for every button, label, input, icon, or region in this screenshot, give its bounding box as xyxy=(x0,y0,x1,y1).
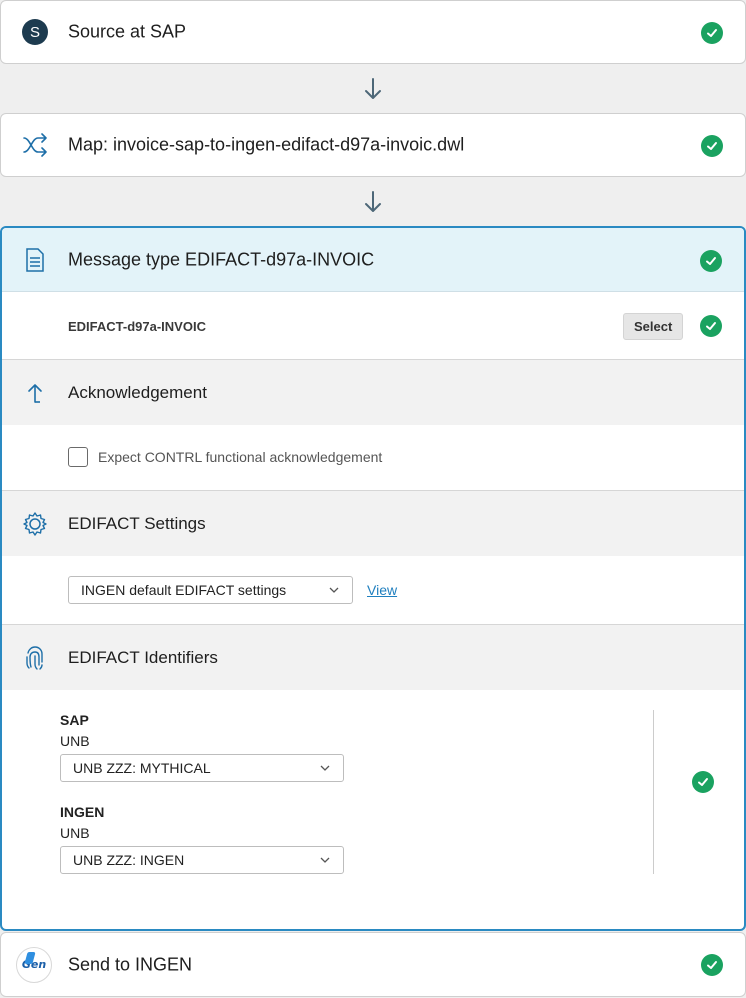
gear-icon xyxy=(22,511,48,537)
document-icon xyxy=(22,247,48,273)
acknowledgement-title: Acknowledgement xyxy=(68,382,207,402)
sap-identifier-dropdown[interactable]: UNB ZZZ: MYTHICAL xyxy=(60,754,344,782)
sap-id-type: UNB xyxy=(60,733,90,749)
arrow-down-icon xyxy=(362,189,384,215)
message-type-title: Message type EDIFACT-d97a-INVOIC xyxy=(68,249,375,269)
check-circle-icon xyxy=(700,250,722,272)
check-circle-icon xyxy=(701,954,723,976)
source-avatar: S xyxy=(21,18,49,46)
check-circle-icon xyxy=(701,22,723,44)
step-send-title: Send to INGEN xyxy=(68,954,193,974)
edifact-identifiers-header[interactable]: EDIFACT Identifiers xyxy=(2,624,744,690)
step-map-card[interactable]: Map: invoice-sap-to-ingen-edifact-d97a-i… xyxy=(0,113,746,177)
step-source-card[interactable]: S Source at SAP xyxy=(0,0,746,64)
step-message-card: Message type EDIFACT-d97a-INVOIC EDIFACT… xyxy=(0,226,746,931)
step-map-title: Map: invoice-sap-to-ingen-edifact-d97a-i… xyxy=(68,134,465,155)
edifact-settings-selected: INGEN default EDIFACT settings xyxy=(81,582,287,598)
edifact-settings-header[interactable]: EDIFACT Settings xyxy=(2,490,744,556)
ingen-logo: Gen xyxy=(15,946,53,984)
edifact-settings-dropdown[interactable]: INGEN default EDIFACT settings xyxy=(68,576,353,604)
view-settings-link[interactable]: View xyxy=(367,582,397,598)
edifact-settings-title: EDIFACT Settings xyxy=(68,513,206,533)
divider xyxy=(653,710,654,874)
sap-party-label: SAP xyxy=(60,712,89,728)
acknowledgement-header[interactable]: Acknowledgement xyxy=(2,359,744,425)
contrl-ack-label: Expect CONTRL functional acknowledgement xyxy=(98,449,383,465)
ingen-identifier-dropdown[interactable]: UNB ZZZ: INGEN xyxy=(60,846,344,874)
source-avatar-letter: S xyxy=(22,19,48,45)
check-circle-icon xyxy=(701,135,723,157)
sap-identifier-selected: UNB ZZZ: MYTHICAL xyxy=(73,760,211,776)
select-button[interactable]: Select xyxy=(623,313,684,340)
arrow-up-icon xyxy=(22,380,48,406)
contrl-ack-checkbox[interactable] xyxy=(68,447,88,467)
check-circle-icon xyxy=(692,771,714,793)
message-type-header[interactable]: Message type EDIFACT-d97a-INVOIC xyxy=(2,228,744,292)
step-source-title: Source at SAP xyxy=(68,21,187,42)
chevron-down-icon xyxy=(320,857,330,863)
ingen-party-label: INGEN xyxy=(60,804,105,820)
chevron-down-icon xyxy=(329,587,339,593)
check-circle-icon xyxy=(700,315,722,337)
arrow-down-icon xyxy=(362,76,384,102)
message-type-value: EDIFACT-d97a-INVOIC xyxy=(68,319,206,334)
chevron-down-icon xyxy=(320,765,330,771)
shuffle-icon xyxy=(21,131,49,159)
ingen-id-type: UNB xyxy=(60,825,90,841)
edifact-identifiers-title: EDIFACT Identifiers xyxy=(68,647,218,667)
step-send-card[interactable]: Gen Send to INGEN xyxy=(0,932,746,997)
fingerprint-icon xyxy=(22,645,48,671)
ingen-identifier-selected: UNB ZZZ: INGEN xyxy=(73,852,185,868)
